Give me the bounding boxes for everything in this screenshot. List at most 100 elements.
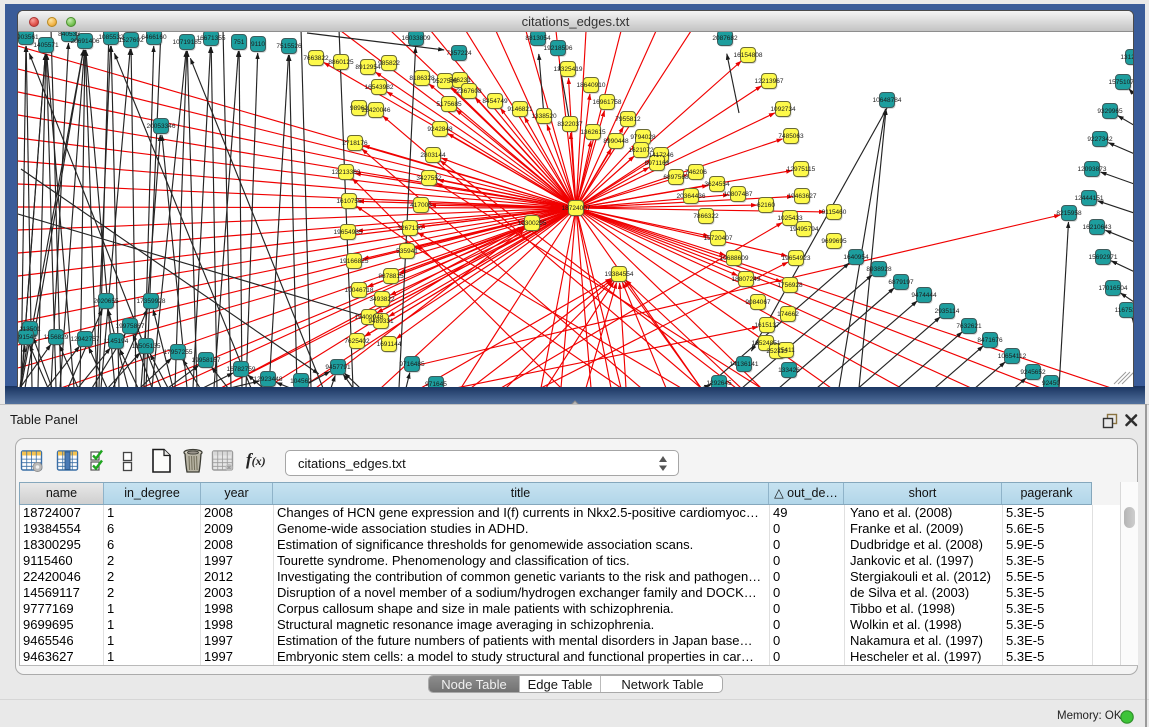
svg-text:9245652: 9245652 (1020, 369, 1046, 376)
svg-text:1025433: 1025433 (777, 215, 803, 222)
svg-text:20691406: 20691406 (71, 38, 100, 45)
svg-text:8971163: 8971163 (645, 160, 670, 167)
svg-text:1756928: 1756928 (777, 282, 803, 289)
svg-text:7866322: 7866322 (693, 213, 719, 220)
svg-text:546231: 546231 (449, 77, 471, 84)
svg-text:1362615: 1362615 (580, 129, 606, 136)
svg-text:8322037: 8322037 (557, 121, 583, 128)
svg-text:18300295: 18300295 (518, 220, 547, 227)
svg-text:8215958: 8215958 (1056, 210, 1082, 217)
svg-text:16524851: 16524851 (752, 340, 781, 347)
svg-text:16782759: 16782759 (227, 366, 256, 373)
svg-text:7515526: 7515526 (276, 43, 302, 50)
svg-text:9115460: 9115460 (822, 209, 847, 216)
svg-text:1610755: 1610755 (336, 198, 362, 205)
svg-text:16210643: 16210643 (1083, 224, 1112, 231)
svg-text:16671355: 16671355 (197, 35, 226, 42)
svg-text:1615137: 1615137 (754, 322, 780, 329)
svg-text:8938928: 8938928 (866, 266, 892, 273)
svg-text:12975115: 12975115 (787, 166, 816, 173)
svg-text:113501: 113501 (19, 326, 41, 333)
svg-text:20053346: 20053346 (147, 123, 176, 130)
svg-text:751: 751 (234, 39, 245, 46)
svg-text:5175685: 5175685 (436, 101, 462, 108)
svg-text:14136141: 14136141 (730, 361, 759, 368)
svg-text:25411: 25411 (777, 347, 795, 354)
svg-text:9699695: 9699695 (821, 238, 847, 245)
svg-text:9457791: 9457791 (325, 364, 351, 371)
svg-text:1312463: 1312463 (1120, 54, 1133, 61)
svg-text:19654985: 19654985 (334, 229, 363, 236)
svg-text:7625402: 7625402 (344, 338, 370, 345)
svg-text:1417246: 1417246 (648, 152, 674, 159)
svg-text:1527602: 1527602 (118, 37, 144, 44)
svg-text:2718176: 2718176 (342, 140, 368, 147)
svg-text:391541: 391541 (18, 334, 37, 341)
svg-text:104562: 104562 (290, 378, 312, 385)
svg-text:9242848: 9242848 (427, 126, 453, 133)
svg-text:3267130: 3267130 (397, 225, 423, 232)
svg-text:9489331: 9489331 (368, 318, 394, 325)
svg-text:18724007: 18724007 (562, 205, 591, 212)
svg-text:1640954: 1640954 (843, 254, 869, 261)
svg-text:1338520: 1338520 (531, 113, 557, 120)
svg-text:971645: 971645 (425, 381, 447, 387)
svg-text:985822: 985822 (378, 60, 400, 67)
svg-text:19166825: 19166825 (340, 258, 369, 265)
svg-text:10688609: 10688609 (720, 255, 749, 262)
svg-text:92450: 92450 (1042, 380, 1060, 387)
svg-text:17016504: 17016504 (1099, 285, 1128, 292)
svg-text:174662: 174662 (777, 311, 799, 318)
svg-text:8454749: 8454749 (482, 98, 508, 105)
svg-text:19975867: 19975867 (116, 323, 145, 330)
svg-text:1156829: 1156829 (44, 334, 69, 341)
svg-text:3493822: 3493822 (369, 296, 395, 303)
svg-text:16961758: 16961758 (593, 99, 622, 106)
svg-text:2935114: 2935114 (935, 308, 960, 315)
svg-text:98962: 98962 (350, 105, 368, 112)
svg-text:1167538: 1167538 (1115, 307, 1133, 314)
svg-text:12505135: 12505135 (132, 343, 161, 350)
svg-text:9110: 9110 (251, 41, 265, 48)
svg-text:6466160: 6466160 (141, 34, 167, 41)
svg-text:19463627: 19463627 (788, 193, 817, 200)
svg-text:16033809: 16033809 (402, 35, 431, 42)
svg-text:19654923: 19654923 (782, 255, 811, 262)
svg-text:9227342: 9227342 (1087, 136, 1113, 143)
svg-text:1691144: 1691144 (377, 341, 402, 348)
svg-text:12923448: 12923448 (254, 376, 283, 383)
svg-text:2367608: 2367608 (456, 88, 482, 95)
svg-text:15692971: 15692971 (1089, 254, 1118, 261)
svg-text:19384554: 19384554 (605, 271, 634, 278)
svg-text:6897568: 6897568 (663, 174, 689, 181)
svg-text:9794028: 9794028 (630, 134, 656, 141)
svg-text:8878815: 8878815 (378, 273, 404, 280)
svg-text:19495794: 19495794 (790, 226, 819, 233)
svg-text:12444151: 12444151 (1075, 195, 1104, 202)
svg-text:18640910: 18640910 (577, 82, 606, 89)
svg-text:8186328: 8186328 (409, 75, 435, 82)
svg-text:62160: 62160 (757, 202, 775, 209)
svg-text:9084067: 9084067 (745, 299, 771, 306)
svg-text:1145194: 1145194 (104, 338, 129, 345)
svg-text:9146821: 9146821 (507, 106, 533, 113)
svg-text:3427552: 3427552 (416, 175, 442, 182)
svg-text:3624554: 3624554 (704, 181, 730, 188)
svg-text:12213967: 12213967 (755, 78, 784, 85)
svg-text:7632621: 7632621 (956, 323, 982, 330)
svg-text:9329965: 9329965 (1097, 108, 1123, 115)
svg-text:2803144: 2803144 (420, 152, 446, 159)
svg-text:2087682: 2087682 (712, 35, 738, 42)
svg-text:417006: 417006 (410, 202, 432, 209)
svg-text:15751074: 15751074 (1109, 79, 1133, 86)
svg-text:16543982: 16543982 (365, 84, 394, 91)
svg-text:12942757: 12942757 (71, 336, 100, 343)
svg-text:1903561: 1903561 (18, 34, 39, 41)
svg-text:1292645: 1292645 (706, 380, 732, 387)
svg-text:8860125: 8860125 (328, 59, 354, 66)
svg-text:10046718: 10046718 (345, 287, 374, 294)
svg-text:535941: 535941 (396, 248, 418, 255)
svg-text:15720407: 15720407 (704, 235, 733, 242)
svg-text:8990448: 8990448 (603, 138, 629, 145)
svg-text:12093873: 12093873 (1078, 166, 1107, 173)
